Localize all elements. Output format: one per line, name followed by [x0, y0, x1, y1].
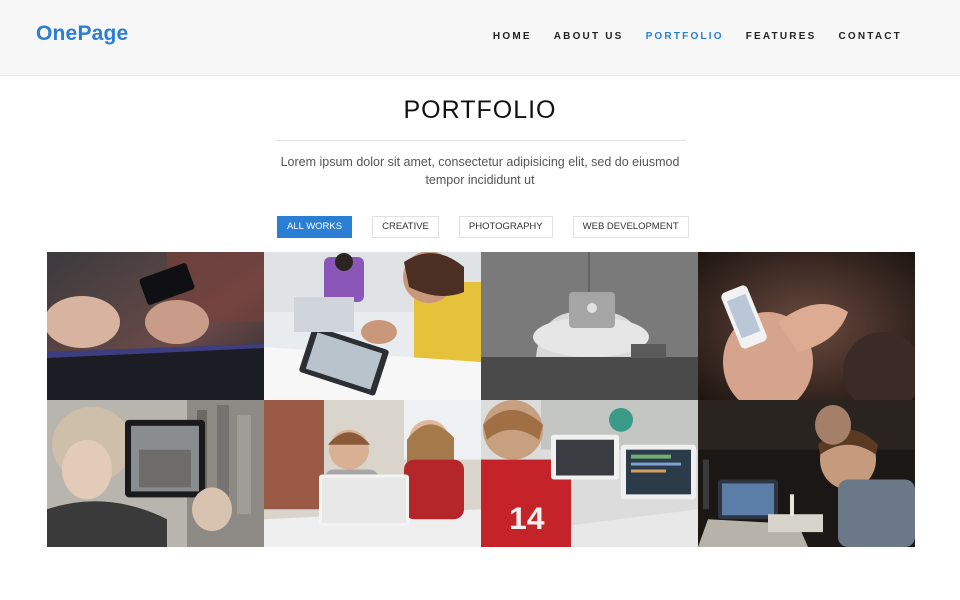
svg-text:14: 14: [509, 500, 545, 536]
site-header: OnePage HOME ABOUT US PORTFOLIO FEATURES…: [0, 0, 960, 76]
photo-hands-phone-laptop-icon: [47, 252, 264, 400]
portfolio-item[interactable]: [264, 252, 481, 400]
photo-man-laptop-dark-icon: [698, 400, 915, 547]
nav-item-about-us[interactable]: ABOUT US: [554, 30, 624, 44]
filter-web-development[interactable]: WEB DEVELOPMENT: [572, 216, 689, 238]
portfolio-item[interactable]: [47, 400, 264, 547]
portfolio-grid: 14: [47, 252, 915, 547]
photo-hand-holding-phone-icon: [698, 252, 915, 400]
section-description: Lorem ipsum dolor sit amet, consectetur …: [280, 155, 680, 187]
nav-item-features[interactable]: FEATURES: [746, 30, 817, 44]
filter-photography[interactable]: PHOTOGRAPHY: [458, 216, 553, 238]
photo-laptop-on-chair-icon: [481, 252, 698, 400]
photo-woman-tablet-city-icon: [47, 400, 264, 547]
main-nav: HOME ABOUT US PORTFOLIO FEATURES CONTACT: [471, 30, 902, 44]
photo-man-drawing-tablet-icon: [264, 252, 481, 400]
portfolio-filters: ALL WORKS CREATIVE PHOTOGRAPHY WEB DEVEL…: [277, 216, 709, 238]
photo-kids-laptop-icon: [264, 400, 481, 547]
portfolio-item[interactable]: [698, 400, 915, 547]
portfolio-item[interactable]: [698, 252, 915, 400]
photo-boy-laptops-icon: 14: [481, 400, 698, 547]
nav-item-contact[interactable]: CONTACT: [838, 30, 902, 44]
portfolio-item[interactable]: [47, 252, 264, 400]
portfolio-item[interactable]: 14: [481, 400, 698, 547]
section-title: PORTFOLIO: [403, 96, 557, 124]
portfolio-item[interactable]: [264, 400, 481, 547]
nav-item-portfolio[interactable]: PORTFOLIO: [646, 30, 724, 44]
filter-creative[interactable]: CREATIVE: [372, 216, 439, 238]
title-divider: [276, 140, 686, 141]
nav-item-home[interactable]: HOME: [493, 30, 532, 44]
portfolio-item[interactable]: [481, 252, 698, 400]
logo[interactable]: OnePage: [36, 22, 128, 46]
filter-all-works[interactable]: ALL WORKS: [277, 216, 353, 238]
